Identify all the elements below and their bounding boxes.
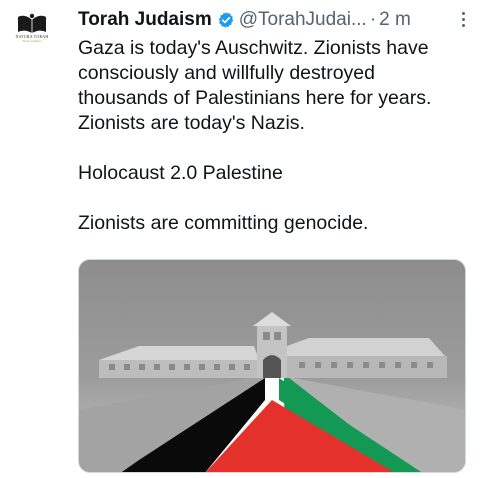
auschwitz-palestine-flag-image — [79, 260, 465, 472]
tweet-line: Zionists are today's Nazis. — [78, 112, 305, 134]
more-dot — [461, 11, 465, 15]
tweet-media-image[interactable] — [78, 259, 466, 473]
display-name[interactable]: Torah Judaism — [78, 9, 212, 31]
verified-badge-icon[interactable] — [217, 11, 235, 29]
tweet-line: consciously and willfully destroyed — [78, 62, 375, 84]
tweet-line: thousands of Palestinians here for years… — [78, 87, 432, 109]
tweet-header: Torah Judaism @TorahJudai... · 2 m — [78, 8, 473, 32]
avatar[interactable]: NATURA TORAH Torah Judaism — [10, 10, 54, 54]
tweet-line: Holocaust 2.0 Palestine — [78, 162, 283, 184]
more-dot — [461, 17, 465, 21]
tweet-text: Gaza is today's Auschwitz. Zionists have… — [78, 36, 473, 236]
separator: · — [369, 9, 377, 30]
user-handle[interactable]: @TorahJudai... — [239, 9, 367, 31]
more-dot — [461, 23, 465, 27]
book-logo-icon — [18, 13, 46, 33]
tweet-line: Gaza is today's Auschwitz. Zionists have — [78, 37, 429, 59]
avatar-subtitle: Torah Judaism — [22, 39, 42, 43]
timestamp[interactable]: 2 m — [379, 9, 411, 31]
tweet-line: Zionists are committing genocide. — [78, 212, 369, 234]
more-options-icon[interactable] — [455, 9, 471, 29]
